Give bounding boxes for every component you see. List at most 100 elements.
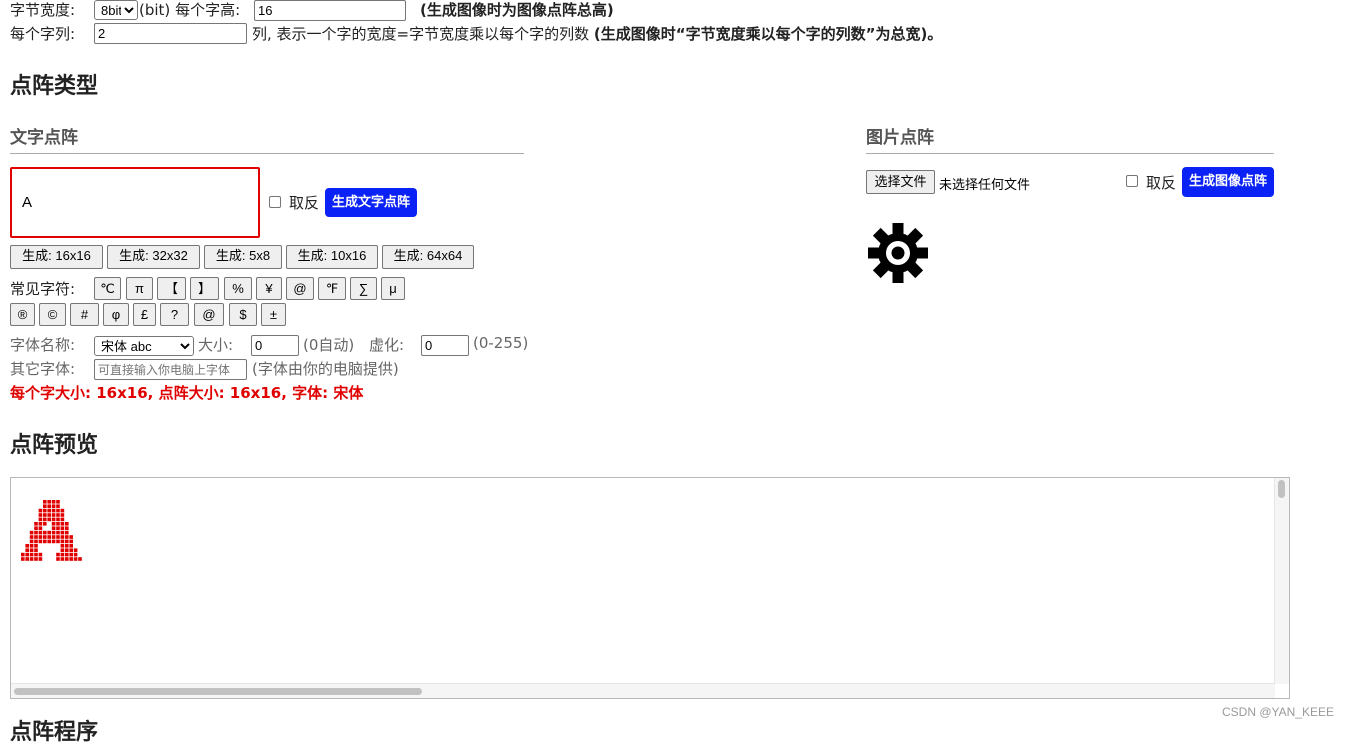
symbol-button[interactable]: ® bbox=[10, 303, 35, 326]
matrix-pixel bbox=[56, 508, 60, 513]
generate-image-matrix-button[interactable]: 生成图像点阵 bbox=[1182, 167, 1274, 197]
matrix-pixel bbox=[69, 548, 73, 552]
matrix-pixel bbox=[60, 522, 65, 526]
vertical-scroll-thumb[interactable] bbox=[1278, 480, 1285, 498]
matrix-pixel bbox=[47, 517, 51, 522]
matrix-pixel bbox=[38, 522, 43, 526]
watermark: CSDN @YAN_KEEE bbox=[1222, 705, 1334, 719]
symbol-button[interactable]: @ bbox=[194, 303, 224, 326]
generate-64x64-button[interactable]: 生成: 64x64 bbox=[382, 245, 474, 269]
matrix-pixel bbox=[34, 530, 38, 535]
matrix-pixel bbox=[34, 544, 38, 548]
matrix-pixel bbox=[60, 526, 65, 530]
generate-16x16-button[interactable]: 生成: 16x16 bbox=[10, 245, 103, 269]
matrix-pixel bbox=[51, 508, 56, 513]
symbol-button[interactable]: ¥ bbox=[256, 277, 282, 300]
symbol-button[interactable]: ℉ bbox=[318, 277, 346, 300]
matrix-pixel bbox=[51, 539, 56, 544]
matrix-pixel bbox=[43, 535, 47, 539]
matrix-pixel bbox=[38, 517, 43, 522]
text-input-box[interactable]: A bbox=[10, 167, 260, 238]
matrix-pixel bbox=[34, 548, 38, 552]
horizontal-scroll-thumb[interactable] bbox=[14, 688, 422, 695]
matrix-pixel bbox=[60, 557, 65, 561]
matrix-pixel bbox=[38, 552, 43, 557]
symbol-button[interactable]: 】 bbox=[190, 277, 219, 300]
char-height-label: 每个字高: bbox=[175, 1, 241, 19]
matrix-pixel bbox=[51, 526, 56, 530]
blur-note: (0-255) bbox=[473, 334, 529, 352]
matrix-pixel bbox=[29, 535, 34, 539]
generate-10x16-button[interactable]: 生成: 10x16 bbox=[286, 245, 378, 269]
matrix-pixel bbox=[60, 530, 65, 535]
matrix-pixel bbox=[56, 557, 60, 561]
char-cols-input[interactable] bbox=[94, 23, 247, 44]
choose-file-button[interactable]: 选择文件 bbox=[866, 170, 935, 194]
matrix-pixel bbox=[29, 557, 34, 561]
matrix-pixel bbox=[51, 530, 56, 535]
font-size-input[interactable] bbox=[251, 335, 299, 356]
matrix-pixel bbox=[60, 539, 65, 544]
image-invert-checkbox[interactable] bbox=[1126, 175, 1138, 187]
matrix-pixel bbox=[34, 539, 38, 544]
matrix-pixel bbox=[34, 552, 38, 557]
matrix-pixel bbox=[69, 535, 73, 539]
symbol-button[interactable]: £ bbox=[133, 303, 156, 326]
matrix-pixel bbox=[38, 530, 43, 535]
matrix-pixel bbox=[34, 557, 38, 561]
symbol-button[interactable]: © bbox=[39, 303, 66, 326]
matrix-pixel bbox=[56, 513, 60, 517]
generate-text-matrix-button[interactable]: 生成文字点阵 bbox=[325, 188, 417, 217]
program-heading: 点阵程序 bbox=[10, 720, 99, 745]
blur-input[interactable] bbox=[421, 335, 469, 356]
symbol-button[interactable]: $ bbox=[229, 303, 257, 326]
symbol-button[interactable]: ? bbox=[160, 303, 189, 326]
matrix-pixel bbox=[47, 508, 51, 513]
preview-panel[interactable] bbox=[10, 477, 1290, 699]
matrix-pixel bbox=[47, 530, 51, 535]
other-font-input[interactable] bbox=[94, 359, 247, 380]
generate-32x32-button[interactable]: 生成: 32x32 bbox=[107, 245, 200, 269]
matrix-pixel bbox=[65, 548, 69, 552]
symbols-row-1: ℃ π 【 】 % ¥ @ ℉ ∑ μ bbox=[0, 277, 405, 300]
matrix-pixel bbox=[38, 535, 43, 539]
font-name-label: 字体名称: bbox=[10, 336, 76, 354]
matrix-pixel bbox=[65, 539, 69, 544]
symbol-button[interactable]: ± bbox=[261, 303, 286, 326]
matrix-pixel bbox=[65, 544, 69, 548]
image-invert-label: 取反 bbox=[1146, 174, 1177, 192]
matrix-pixel bbox=[29, 530, 34, 535]
matrix-pixel bbox=[38, 539, 43, 544]
text-invert-checkbox[interactable] bbox=[269, 196, 281, 208]
matrix-pixel bbox=[60, 552, 65, 557]
matrix-pixel bbox=[25, 552, 29, 557]
symbol-button[interactable]: ℃ bbox=[94, 277, 121, 300]
symbol-button[interactable]: μ bbox=[381, 277, 405, 300]
matrix-pixel bbox=[38, 513, 43, 517]
matrix-pixel bbox=[51, 504, 56, 508]
font-size-label: 大小: bbox=[198, 336, 234, 354]
symbol-button[interactable]: # bbox=[70, 303, 99, 326]
matrix-pixel bbox=[73, 548, 78, 552]
symbol-button[interactable]: φ bbox=[103, 303, 129, 326]
matrix-pixel bbox=[73, 557, 78, 561]
font-name-select[interactable]: 宋体 abc bbox=[94, 336, 194, 356]
matrix-pixel bbox=[21, 557, 25, 561]
char-height-input[interactable] bbox=[254, 0, 406, 21]
horizontal-scrollbar[interactable] bbox=[11, 683, 1275, 698]
preview-heading: 点阵预览 bbox=[10, 433, 99, 458]
byte-width-select[interactable]: 8bit bbox=[94, 0, 138, 20]
symbol-button[interactable]: % bbox=[224, 277, 252, 300]
symbol-button[interactable]: ∑ bbox=[350, 277, 377, 300]
matrix-pixel bbox=[29, 539, 34, 544]
matrix-pixel bbox=[43, 513, 47, 517]
generate-5x8-button[interactable]: 生成: 5x8 bbox=[204, 245, 282, 269]
vertical-scrollbar[interactable] bbox=[1274, 478, 1289, 684]
char-cols-desc-text: 列, 表示一个字的宽度=字节宽度乘以每个字的列数 bbox=[252, 25, 590, 43]
matrix-pixel bbox=[38, 557, 43, 561]
symbol-button[interactable]: 【 bbox=[157, 277, 186, 300]
symbol-button[interactable]: π bbox=[126, 277, 153, 300]
symbol-button[interactable]: @ bbox=[286, 277, 314, 300]
matrix-pixel bbox=[56, 517, 60, 522]
common-chars-label: 常见字符: bbox=[10, 280, 76, 298]
